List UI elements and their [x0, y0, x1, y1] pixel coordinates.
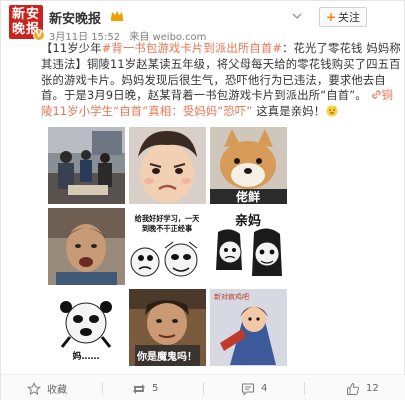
image-grid: 佬鲜 给我好好学习，一天 到晚不干正经事 亲妈 妈…… 你是魔鬼吗！ 新对疯鸡吧: [48, 127, 288, 367]
meme-8-caption: 你是魔鬼吗！: [136, 350, 197, 363]
plus-icon: +: [325, 10, 337, 24]
action-bar: 收藏 5 4 12: [1, 374, 405, 400]
repost-count: 5: [152, 383, 159, 394]
username[interactable]: 新安晚报: [49, 8, 101, 27]
image-thumb-1[interactable]: [48, 127, 125, 204]
sweat-emoji: [326, 105, 338, 117]
divider: [304, 382, 305, 395]
star-icon: [27, 381, 41, 395]
divider: [102, 382, 103, 395]
follow-label: 关注: [338, 11, 361, 24]
like-button[interactable]: 12: [346, 375, 379, 400]
image-thumb-2[interactable]: [129, 127, 206, 204]
image-thumb-4[interactable]: [48, 208, 125, 285]
image-thumb-3[interactable]: 佬鲜: [210, 127, 287, 204]
comment-count: 4: [261, 383, 268, 394]
weibo-post-card: 新安 晚报 V 新安晚报 3月11日 15:52 来自 weibo.com + 关…: [0, 0, 405, 400]
meme-3-caption: 佬鲜: [236, 189, 260, 204]
image-thumb-8[interactable]: 你是魔鬼吗！: [129, 289, 206, 366]
image-thumb-6[interactable]: 亲妈: [210, 208, 287, 285]
divider: [203, 382, 204, 395]
comment-icon: [241, 382, 255, 396]
thumbs-up-icon: [347, 382, 359, 395]
post-text-tail: 这真是亲妈！: [252, 105, 326, 119]
comment-button[interactable]: 4: [241, 375, 267, 400]
meme-5-line2: 到晚不干正经事: [142, 224, 193, 233]
post-text: 【11岁少年#背一书包游戏卡片到派出所自首#：花光了零花钱 妈妈称其违法】铜陵1…: [41, 41, 401, 120]
favorite-button[interactable]: 收藏: [27, 375, 67, 400]
image-thumb-9[interactable]: 新对疯鸡吧: [210, 289, 287, 366]
verified-badge: V: [33, 29, 45, 41]
image-thumb-5[interactable]: 给我好好学习，一天 到晚不干正经事: [129, 208, 206, 285]
link-icon: [371, 90, 381, 100]
favorite-label: 收藏: [47, 385, 67, 396]
repost-button[interactable]: 5: [132, 375, 158, 400]
chevron-down-icon[interactable]: [290, 10, 304, 24]
meme-9-caption: 新对疯鸡吧: [214, 292, 249, 301]
follow-button[interactable]: + 关注: [319, 7, 367, 27]
meme-5-line1: 给我好好学习，一天: [135, 214, 201, 223]
like-count: 12: [366, 383, 379, 394]
repost-icon: [133, 383, 145, 394]
crown-icon: [110, 10, 124, 21]
meme-7-caption: 妈……: [72, 350, 99, 362]
hashtag-link[interactable]: #背一书包游戏卡片到派出所自首#: [102, 42, 282, 55]
image-thumb-7[interactable]: 妈……: [48, 289, 125, 366]
post-text-lead: 【11岁少年: [41, 42, 102, 55]
meme-6-caption: 亲妈: [235, 213, 261, 229]
